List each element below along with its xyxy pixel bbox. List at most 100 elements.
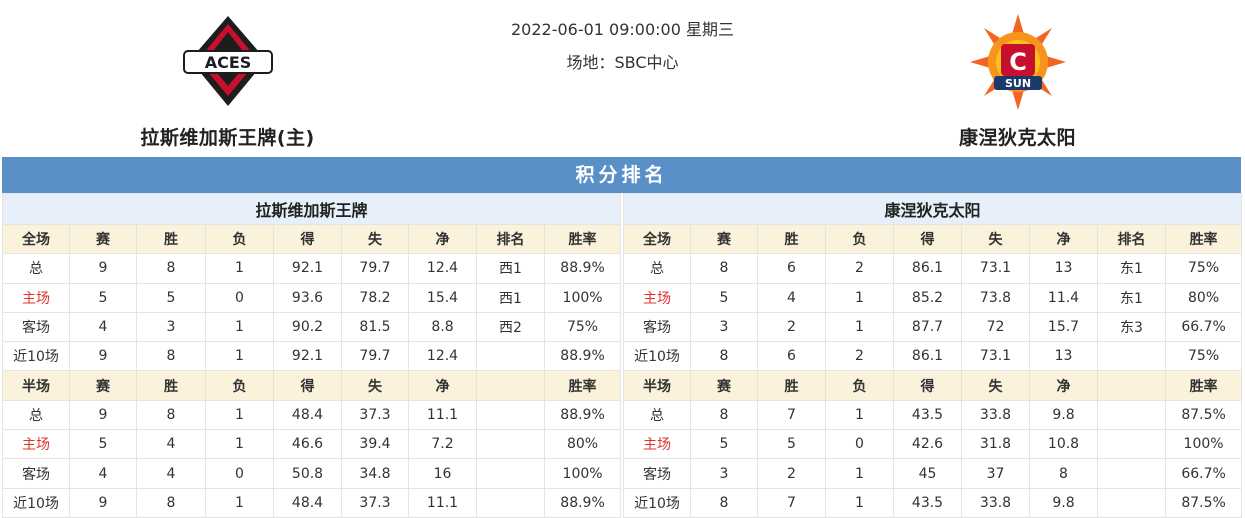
table-cell: 1 (205, 341, 274, 372)
table-cell: 2 (757, 458, 826, 489)
column-header: 失 (341, 223, 409, 255)
table-cell: 33.8 (961, 487, 1030, 518)
row-label: 客场 (623, 458, 691, 489)
column-header: 失 (341, 370, 409, 401)
table-cell: 45 (893, 458, 962, 489)
table-cell: 81.5 (341, 311, 409, 343)
table-cell: 37.3 (341, 487, 409, 518)
table-cell: 48.4 (273, 487, 342, 518)
table-cell: 79.7 (341, 341, 409, 372)
column-header: 排名 (1097, 223, 1166, 255)
row-label: 近10场 (2, 341, 70, 372)
header-row: 全场赛胜负得失净排名 胜率 (623, 223, 1243, 255)
row-label: 主场 (623, 429, 691, 460)
match-datetime: 2022-06-01 09:00:00 星期三 (510, 20, 735, 39)
table-cell: 6 (757, 253, 826, 284)
home-team: ACES 拉斯维加斯王牌(主) (130, 0, 325, 150)
table-cell: 1 (825, 282, 894, 313)
row-label: 主场 (2, 429, 70, 460)
table-cell: 3 (136, 311, 206, 343)
svg-text:C: C (1009, 48, 1027, 76)
table-row: 总 8 7 1 43.5 33.8 9.8 87.5% (623, 399, 1243, 431)
row-label: 主场 (2, 282, 70, 313)
table-cell: 88.9% (543, 487, 622, 518)
table-row: 近10场 9 8 1 48.4 37.3 11.1 88.9% (2, 487, 622, 518)
table-cell: 66.7% (1164, 311, 1243, 343)
column-header: 全场 (623, 223, 691, 255)
table-cell: 79.7 (341, 253, 409, 284)
table-cell: 12.4 (408, 341, 477, 372)
table-cell (476, 399, 545, 431)
table-cell: 80% (1164, 282, 1243, 313)
table-cell: 90.2 (273, 311, 342, 343)
column-header: 负 (205, 223, 274, 255)
table-cell: 37.3 (341, 399, 409, 431)
table-cell (1097, 429, 1166, 460)
table-cell: 1 (205, 487, 274, 518)
row-label: 客场 (2, 311, 70, 343)
table-cell: 9.8 (1029, 399, 1098, 431)
table-cell (1097, 399, 1166, 431)
table-cell: 0 (205, 458, 274, 489)
standings-table: 康涅狄克太阳 全场赛胜负得失净排名 胜率总 8 6 2 86.1 73.1 13 东1 75% 主场 5… (622, 193, 1243, 518)
table-cell: 88.9% (543, 399, 622, 431)
row-label: 近10场 (2, 487, 70, 518)
column-header (1097, 370, 1166, 401)
table-cell: 80% (543, 429, 622, 460)
table-cell: 75% (1164, 341, 1243, 372)
table-row: 客场 4 4 0 50.8 34.8 16 100% (2, 458, 622, 489)
column-header: 得 (273, 370, 342, 401)
table-cell: 8 (136, 341, 206, 372)
table-cell: 87.7 (893, 311, 962, 343)
table-cell: 4 (69, 458, 137, 489)
svg-text:ACES: ACES (204, 53, 251, 72)
table-cell: 11.1 (408, 487, 477, 518)
table-cell: 13 (1029, 341, 1098, 372)
table-cell: 46.6 (273, 429, 342, 460)
table-cell: 11.1 (408, 399, 477, 431)
table-cell: 5 (690, 429, 758, 460)
table-cell: 86.1 (893, 253, 962, 284)
table-cell: 5 (69, 429, 137, 460)
table-cell: 75% (1164, 253, 1243, 284)
table-cell (1097, 341, 1166, 372)
table-cell: 8 (690, 341, 758, 372)
row-label: 总 (2, 253, 70, 284)
away-team-name: 康涅狄克太阳 (958, 127, 1076, 149)
row-label: 总 (2, 399, 70, 431)
table-cell: 10.8 (1029, 429, 1098, 460)
table-cell: 15.7 (1029, 311, 1098, 343)
table-cell: 7.2 (408, 429, 477, 460)
table-cell: 9 (69, 399, 137, 431)
match-info: 2022-06-01 09:00:00 星期三 场地：SBC中心 (420, 18, 825, 84)
standings-title: 积分排名 (2, 157, 1241, 193)
sun-logo[interactable]: C SUN (968, 12, 1068, 112)
row-label: 总 (623, 253, 691, 284)
column-header: 得 (893, 370, 962, 401)
header-row: 半场赛胜负得失净 胜率 (623, 370, 1243, 401)
table-cell: 东1 (1097, 282, 1166, 313)
table-cell: 8 (690, 399, 758, 431)
column-header: 胜率 (1164, 223, 1243, 255)
table-cell: 1 (825, 458, 894, 489)
table-cell: 7 (757, 487, 826, 518)
table-cell: 92.1 (273, 253, 342, 284)
table-cell: 东3 (1097, 311, 1166, 343)
table-cell: 1 (205, 253, 274, 284)
table-cell: 88.9% (543, 253, 622, 284)
standings-team-name: 康涅狄克太阳 (622, 193, 1243, 225)
column-header: 胜率 (543, 223, 622, 255)
column-header: 胜 (757, 370, 826, 401)
standings-table: 拉斯维加斯王牌 全场赛胜负得失净排名 胜率总 9 8 1 92.1 79.7 12.4 西1 88.… (1, 193, 622, 518)
table-cell: 4 (69, 311, 137, 343)
column-header: 净 (1029, 370, 1098, 401)
aces-logo[interactable]: ACES (178, 12, 278, 112)
table-cell: 73.1 (961, 341, 1030, 372)
table-cell: 8.8 (408, 311, 477, 343)
table-cell: 87.5% (1164, 487, 1243, 518)
home-standings-panel: 拉斯维加斯王牌 全场赛胜负得失净排名 胜率总 9 8 1 92.1 79.7 12.4 西1 88.… (1, 193, 622, 518)
table-cell: 9 (69, 253, 137, 284)
table-cell: 3 (690, 458, 758, 489)
match-header: ACES 拉斯维加斯王牌(主) 2022-06-01 09:00:00 星期三 … (0, 0, 1245, 157)
table-cell: 66.7% (1164, 458, 1243, 489)
